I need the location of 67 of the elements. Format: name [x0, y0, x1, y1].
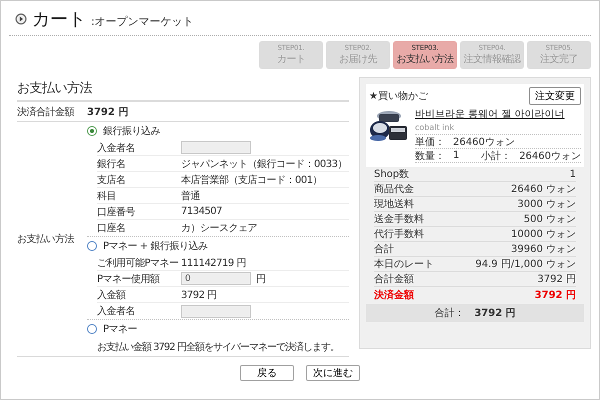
subtotal-label: 小計：: [481, 150, 512, 162]
field-label: ご利用可能Pマネー: [97, 256, 180, 270]
field-label: 入金額: [97, 288, 127, 302]
field-value: 111142719 円: [181, 256, 246, 270]
option-label: 銀行振り込み: [103, 124, 160, 138]
quantity-value: 1: [453, 150, 460, 161]
summary-value: 39960 ウォン: [511, 243, 576, 256]
field-value: 本店営業部（支店コード：001）: [181, 174, 322, 186]
field-label: 入金者名: [97, 304, 136, 318]
field-value: 7134507: [181, 206, 222, 217]
summary-label: 送金手数料: [374, 212, 424, 226]
option-label: Pマネー + 銀行振り込み: [103, 240, 208, 253]
total-label: 合計：: [434, 306, 464, 320]
summary-value: 10000 ウォン: [511, 228, 576, 241]
quantity-label: 数量：: [415, 150, 445, 162]
nav-button[interactable]: 戻る: [240, 365, 294, 381]
price-value: 26460ウォン: [453, 136, 515, 148]
subtotal-value: 26460ウォン: [519, 150, 581, 162]
radio-button[interactable]: [87, 241, 97, 251]
price-label: 単価：: [415, 136, 445, 148]
option-label: Pマネー: [103, 323, 138, 336]
note-text: お支払い金額 3792 円全額をサイバーマネーで決済します。: [97, 340, 340, 355]
input-field[interactable]: 0: [181, 272, 251, 285]
field-value: ジャパンネット（銀行コード：0033）: [181, 158, 347, 170]
summary-label: Shop数: [374, 168, 410, 181]
cart-title: ★買い物かご: [369, 90, 428, 103]
summary-label: 合計金額: [374, 272, 414, 286]
summary-value: 1: [570, 168, 576, 180]
summary-label: 決済金額: [374, 288, 414, 302]
summary-value: 94.9 円/1,000 ウォン: [475, 258, 576, 271]
summary-label: 商品代金: [374, 182, 414, 196]
input-field[interactable]: [181, 304, 251, 318]
product-variant: cobalt ink: [415, 123, 581, 135]
product-link[interactable]: 바비브라운 롱웨어 젤 아이라이너: [415, 105, 565, 123]
row-label: 決済合計金額: [17, 106, 76, 118]
field-label: Pマネー使用額: [97, 272, 161, 286]
summary-label: 本日のレート: [374, 258, 434, 271]
field-value: カ）シースクェア: [181, 222, 257, 235]
nav-button[interactable]: 次に進む: [306, 365, 360, 381]
field-label: 支店名: [97, 174, 126, 186]
summary-value: 3792 円: [534, 288, 576, 302]
summary-value: 26460 ウォン: [511, 183, 576, 196]
summary-label: 代行手数料: [374, 228, 424, 241]
total-value: 3792 円: [474, 307, 516, 320]
field-label: 口座名: [97, 222, 126, 235]
input-field[interactable]: [181, 141, 251, 154]
radio-button[interactable]: [87, 126, 97, 136]
radio-button[interactable]: [87, 324, 97, 334]
row-label: お支払い方法: [17, 232, 76, 246]
field-label: 科目: [97, 190, 117, 202]
summary-label: 現地送料: [374, 198, 414, 211]
section-heading: お支払い方法: [17, 77, 349, 102]
play-icon: [15, 13, 27, 25]
unit-label: 円: [256, 272, 266, 286]
page-title: カート: [32, 8, 86, 31]
summary-value: 500 ウォン: [524, 213, 576, 226]
summary-label: 合計: [374, 242, 394, 256]
total-amount: 3792 円: [87, 106, 128, 118]
summary-value: 3000 ウォン: [517, 198, 576, 211]
field-value: 普通: [181, 190, 200, 202]
field-label: 口座番号: [97, 206, 136, 218]
change-order-button[interactable]: 注文変更: [529, 87, 581, 105]
page-subtitle: :オープンマーケット: [91, 14, 194, 29]
field-value: 3792 円: [181, 288, 217, 302]
field-label: 入金者名: [97, 142, 136, 154]
field-label: 銀行名: [97, 158, 126, 170]
summary-value: 3792 円: [537, 273, 576, 286]
